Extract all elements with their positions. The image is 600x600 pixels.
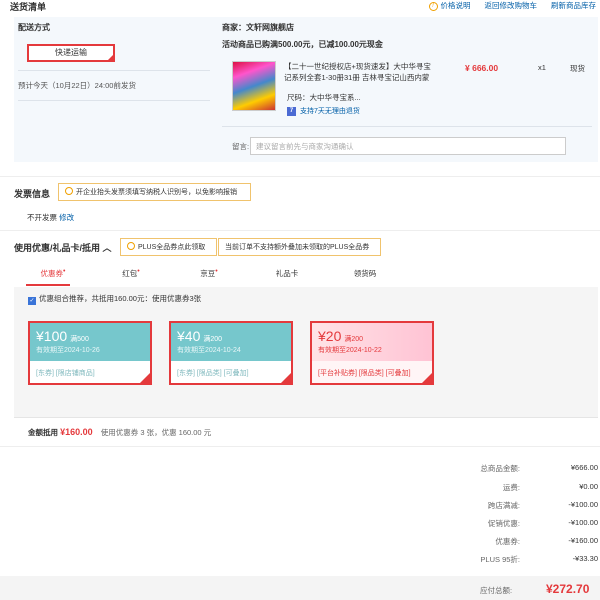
selected-check-icon — [139, 372, 150, 383]
divider — [18, 70, 210, 71]
tab-coupons[interactable]: 优惠券• — [14, 268, 92, 279]
shipping-method: 配送方式 快递运输 预计今天（10月22日）24:00前发货 — [18, 22, 210, 101]
selected-check-icon — [280, 372, 291, 383]
coupon-card[interactable]: ¥20 满200 有效期至2024-10-22 [平台补贴券] [限品类] [可叠加… — [310, 321, 434, 385]
active-tab-indicator — [26, 284, 70, 286]
remark-input[interactable] — [250, 137, 566, 155]
deduct-amount: ¥160.00 — [60, 427, 93, 437]
coupon-expiry: 有效期至2024-10-24 — [177, 347, 241, 354]
coupon-amount: ¥100 — [36, 328, 68, 344]
summary-row: 优惠券: -¥160.00 — [495, 536, 598, 546]
refresh-stock-link[interactable]: 刷新商品库存 — [551, 0, 596, 11]
divider — [18, 100, 210, 101]
product-qty: x1 — [538, 63, 546, 72]
checkbox-checked-icon[interactable]: ✓ — [28, 297, 36, 305]
divider — [0, 446, 600, 447]
lightbulb-icon — [65, 187, 73, 195]
total-amount: ¥272.70 — [546, 582, 590, 596]
coupon-condition: 满200 — [344, 336, 364, 343]
tab-redeem-code[interactable]: 领货码 — [326, 268, 404, 279]
invoice-edit-link[interactable]: 修改 — [59, 213, 74, 222]
product-spec: 尺码：大中华寻宝系... — [287, 93, 361, 102]
express-shipping-option[interactable]: 快递运输 — [27, 44, 115, 62]
chevron-up-icon: ︿ — [102, 243, 112, 253]
merchant-info: 商家：文轩网旗舰店 活动商品已购满500.00元，已减100.00元现金 — [222, 22, 592, 50]
summary-row: 运费: ¥0.00 — [502, 482, 598, 492]
product-price: ¥ 666.00 — [465, 63, 499, 73]
coupon-amount: ¥40 — [177, 328, 201, 344]
remark-label: 留言: — [232, 142, 250, 151]
summary-row: 促销优惠: -¥100.00 — [487, 518, 598, 528]
return-icon: 7 — [287, 106, 296, 116]
divider — [0, 230, 600, 231]
product-name[interactable]: 【二十一世纪授权店+现货速发】大中华寻宝记系列全套1-30册31册 吉林寻宝记山… — [284, 61, 434, 83]
price-info-link[interactable]: ! 价格说明 — [428, 0, 471, 11]
summary-row: PLUS 95折: -¥33.30 — [480, 554, 598, 564]
selected-check-icon — [421, 372, 432, 383]
tab-jingdou[interactable]: 京豆• — [170, 268, 248, 279]
plus-coupon-note: 当前订单不支持额外叠加未领取的PLUS全品券 — [218, 238, 381, 256]
lightbulb-icon — [127, 242, 135, 250]
divider — [14, 417, 598, 418]
shipping-method-label: 配送方式 — [18, 23, 50, 32]
merchant-name: 商家：文轩网旗舰店 — [222, 23, 294, 32]
coupon-tags: [东券] [限店铺商品] — [30, 361, 150, 383]
section-title-delivery-list: 送货清单 — [10, 2, 47, 12]
coupon-tabs: 优惠券• 红包• 京豆• 礼品卡 领货码 — [14, 262, 598, 284]
product-stock: 现货 — [570, 64, 585, 73]
coupon-condition: 满200 — [203, 336, 223, 343]
eta-text: 预计今天（10月22日）24:00前发货 — [18, 81, 136, 90]
invoice-value: 不开发票 修改 — [27, 213, 75, 222]
product-image[interactable] — [232, 61, 276, 111]
summary-row: 总商品金额: ¥666.00 — [480, 463, 598, 473]
question-icon: ! — [428, 1, 438, 11]
summary-row: 跨店满减: -¥100.00 — [487, 500, 598, 510]
coupon-condition: 满500 — [70, 336, 89, 343]
divider — [222, 126, 592, 127]
back-to-cart-link[interactable]: 返回修改购物车 — [485, 0, 538, 11]
merchant-promo: 活动商品已购满500.00元，已减100.00元现金 — [222, 40, 383, 49]
return-policy: 7 支持7天无理由退货 — [287, 106, 360, 116]
invoice-title: 发票信息 — [14, 189, 51, 199]
coupons-title[interactable]: 使用优惠/礼品卡/抵用 ︿ — [14, 241, 112, 254]
header-links: ! 价格说明 返回修改购物车 刷新商品库存 — [428, 0, 596, 11]
coupon-tags: [东券] [限品类] [可叠加] — [171, 361, 291, 383]
coupon-card[interactable]: ¥100 满500 有效期至2024-10-26 [东券] [限店铺商品] — [28, 321, 152, 385]
deduct-summary: 金额抵用 ¥160.00 使用优惠券 3 张，优惠 160.00 元 — [28, 427, 212, 437]
divider — [0, 176, 600, 177]
tab-gift-card[interactable]: 礼品卡 — [248, 268, 326, 279]
plus-coupon-tip[interactable]: PLUS全品券点此领取 — [120, 238, 217, 256]
tab-red-packet[interactable]: 红包• — [92, 268, 170, 279]
coupon-amount: ¥20 — [318, 328, 342, 344]
invoice-tip: 开企业抬头发票须填写纳税人识别号，以免影响报销 — [58, 183, 251, 201]
combo-recommend[interactable]: ✓ 优惠组合推荐，共抵用160.00元：使用优惠券3张 — [28, 293, 201, 305]
coupon-expiry: 有效期至2024-10-22 — [318, 347, 382, 354]
coupon-card[interactable]: ¥40 满200 有效期至2024-10-24 [东券] [限品类] [可叠加] — [169, 321, 293, 385]
coupon-expiry: 有效期至2024-10-26 — [36, 347, 100, 354]
total-label: 应付总额: — [480, 586, 513, 595]
coupon-tags: [平台补贴券] [限品类] [可叠加] — [312, 361, 432, 383]
